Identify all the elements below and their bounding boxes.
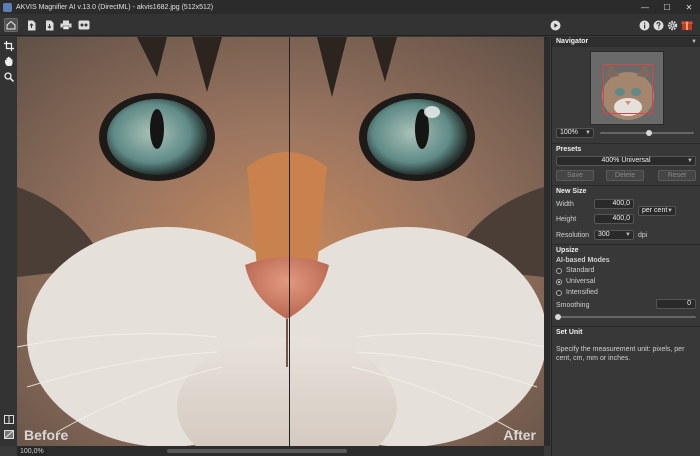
mode-standard-label[interactable]: Standard [566,267,594,274]
navigator-title: Navigator [556,38,589,45]
zoom-status: 100,0% [17,447,47,456]
run-icon[interactable] [548,18,562,32]
unit-select[interactable]: per cent ▼ [638,206,676,216]
home-icon[interactable] [4,18,18,32]
navigator-header[interactable]: Navigator ▼ [552,37,700,47]
batch-icon[interactable] [77,18,91,32]
hint-text: Specify the measurement unit: pixels, pe… [556,346,685,362]
ai-modes-label: AI-based Modes [556,257,610,264]
smoothing-slider[interactable] [558,316,696,318]
preset-select[interactable]: 400% Universal ▼ [556,156,696,166]
zoom-value: 100% [560,129,578,136]
chevron-down-icon: ▼ [667,208,673,214]
compare-view-icon[interactable] [2,428,15,441]
before-label: Before [24,427,69,443]
unit-value: per cent [642,207,668,214]
hand-icon[interactable] [2,55,15,68]
crop-icon[interactable] [2,39,15,52]
preset-value: 400% Universal [601,157,651,164]
navigator-thumbnail[interactable] [590,51,664,125]
resolution-value: 300 [598,231,610,238]
close-icon[interactable]: ✕ [678,0,700,14]
navigator-viewport[interactable] [603,64,653,114]
presets-title: Presets [556,146,582,153]
chevron-down-icon: ▼ [625,232,631,238]
height-label: Height [556,216,577,223]
title-bar: AKVIS Magnifier AI v.13.0 (DirectML) - a… [0,0,700,14]
before-after-divider[interactable] [289,37,290,446]
upsize-title: Upsize [556,247,579,254]
resolution-label: Resolution [556,232,590,239]
split-view-icon[interactable] [2,413,15,426]
app-icon [3,2,12,12]
width-label: Width [556,201,574,208]
tool-strip [0,37,17,446]
mode-intensified-radio[interactable] [556,290,562,296]
zoom-icon[interactable] [2,70,15,83]
window-title: AKVIS Magnifier AI v.13.0 (DirectML) - a… [16,3,214,11]
height-input[interactable]: 400,0 [594,214,634,224]
scroll-thumb[interactable] [167,449,347,453]
info-icon[interactable] [637,18,651,32]
new-size-title: New Size [556,188,587,195]
minimize-icon[interactable]: — [634,0,656,14]
reset-preset-button[interactable]: Reset [658,170,696,181]
maximize-icon[interactable]: ☐ [656,0,678,14]
resolution-select[interactable]: 300 ▼ [594,230,634,240]
smoothing-slider-knob[interactable] [555,314,561,320]
smoothing-input[interactable]: 0 [656,299,696,309]
mode-standard-radio[interactable] [556,268,562,274]
image-canvas[interactable]: Before After [17,37,544,446]
after-label: After [503,427,536,443]
mode-universal-label[interactable]: Universal [566,278,595,285]
chevron-down-icon: ▼ [585,130,591,136]
chevron-down-icon[interactable]: ▼ [691,37,697,47]
mode-intensified-label[interactable]: Intensified [566,289,598,296]
open-file-icon[interactable] [24,18,38,32]
horizontal-scrollbar[interactable] [17,446,544,456]
gear-icon[interactable] [665,18,679,32]
zoom-slider-knob[interactable] [646,130,652,136]
print-icon[interactable] [59,18,73,32]
gift-icon[interactable] [680,18,694,32]
settings-panel: Navigator ▼ 100% ▼ Presets 400% Universa… [551,37,700,456]
set-unit-title: Set Unit [556,329,583,336]
width-input[interactable]: 400,0 [594,199,634,209]
smoothing-label: Smoothing [556,302,590,309]
delete-preset-button[interactable]: Delete [606,170,644,181]
help-icon[interactable] [651,18,665,32]
save-file-icon[interactable] [42,18,56,32]
cat-photo [17,37,544,446]
toolbar [0,14,700,36]
resolution-unit: dpi [638,232,648,239]
chevron-down-icon: ▼ [687,158,693,164]
save-preset-button[interactable]: Save [556,170,594,181]
mode-universal-radio[interactable] [556,279,562,285]
zoom-select[interactable]: 100% ▼ [556,128,594,138]
vertical-scrollbar[interactable] [544,37,550,446]
